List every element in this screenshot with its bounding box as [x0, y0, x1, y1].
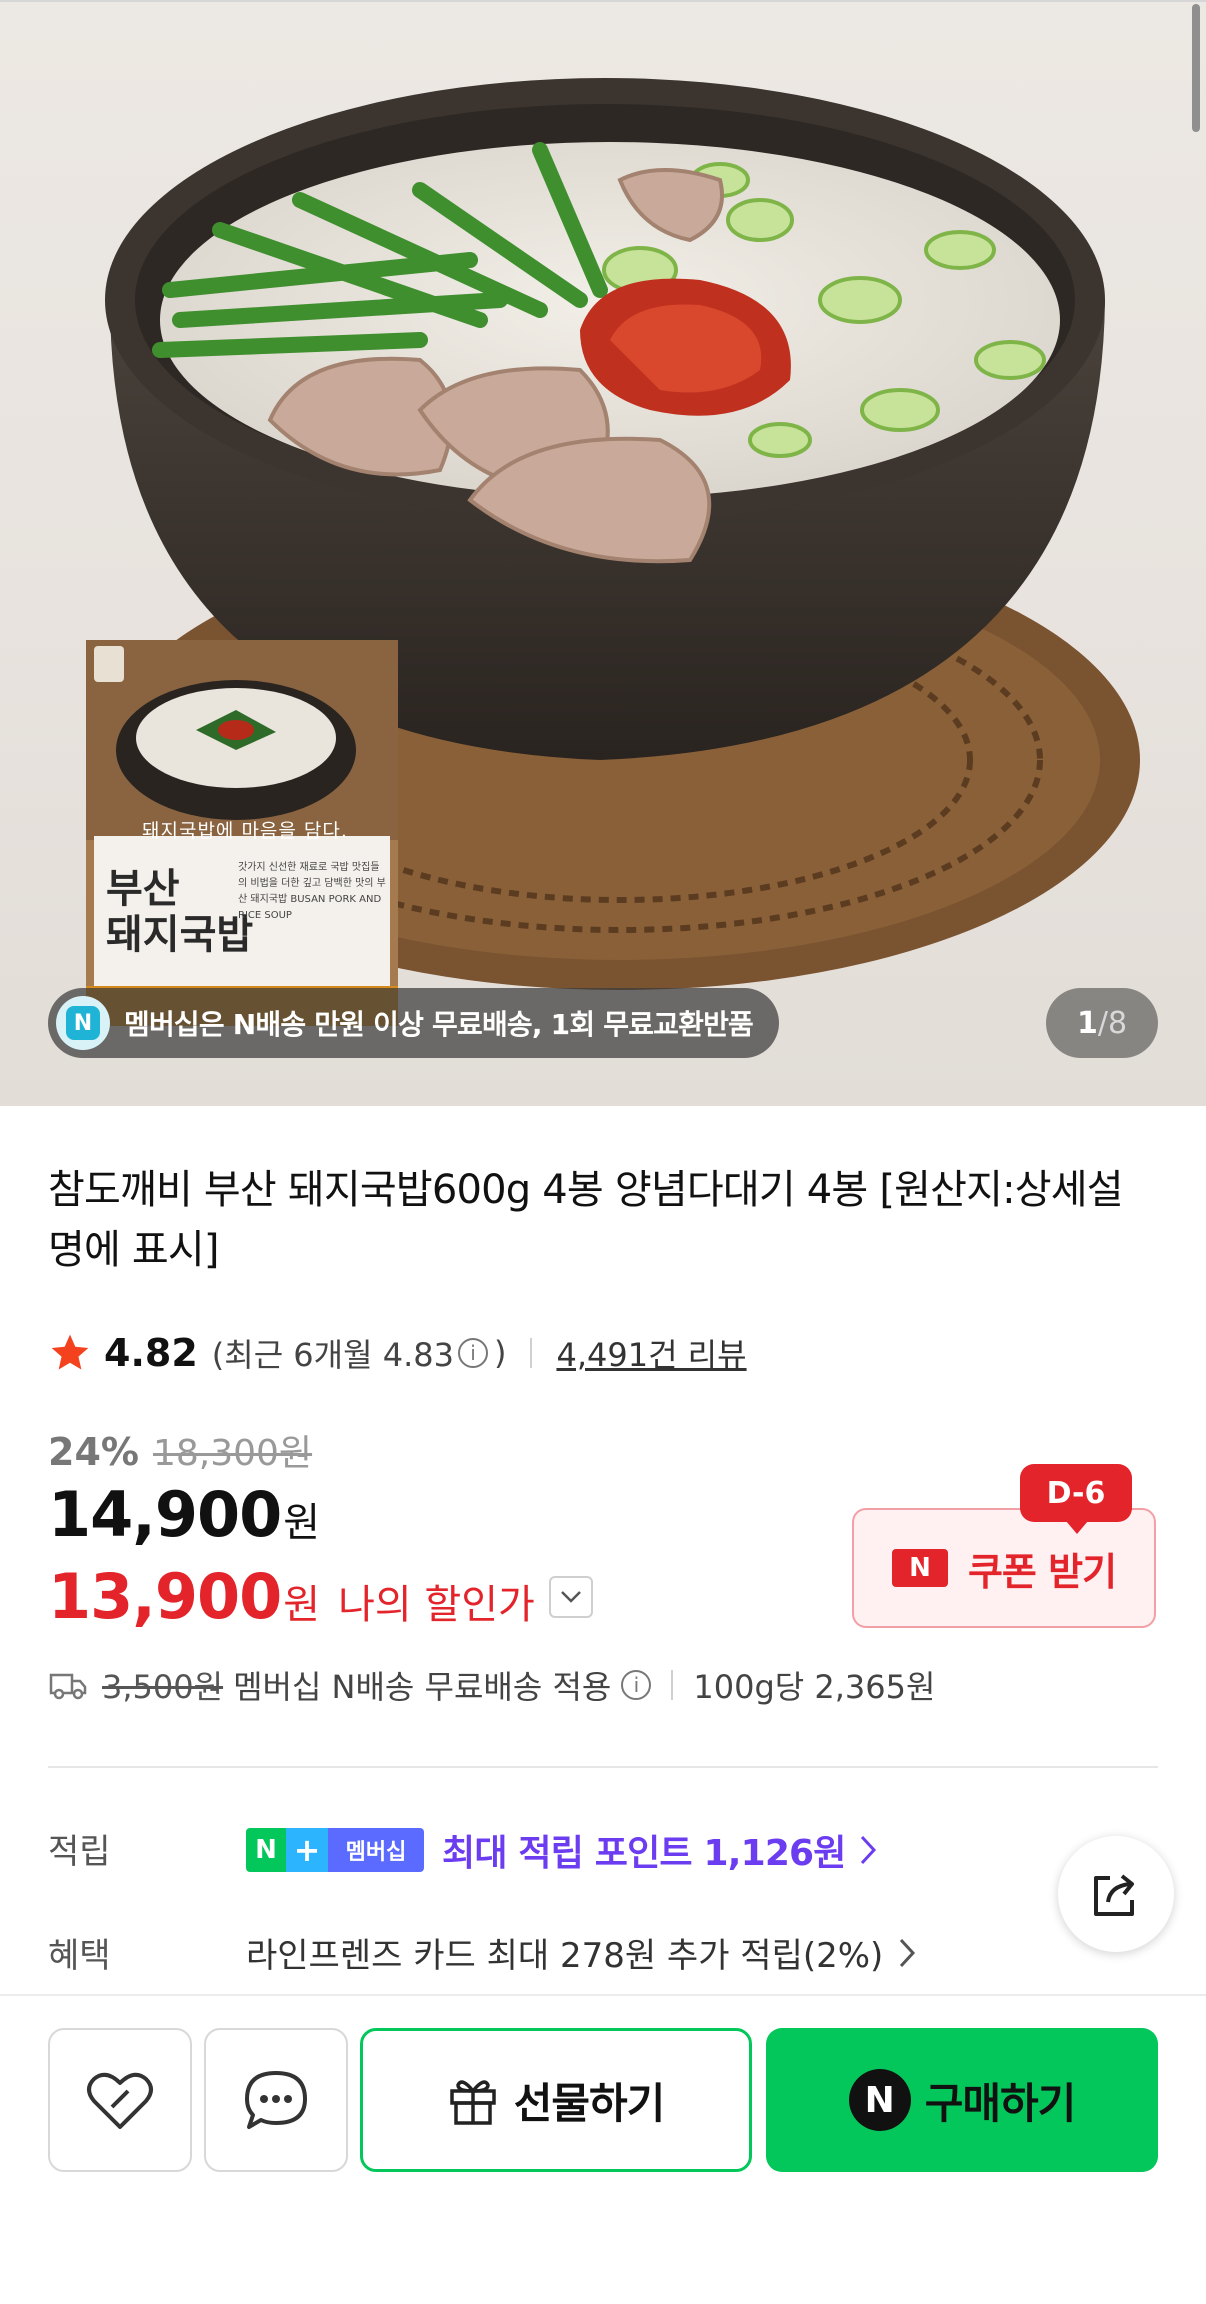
buy-label: 구매하기: [924, 2078, 1077, 2128]
naver-plus-membership-badge: N + 멤버십: [246, 1828, 424, 1872]
wishlist-button[interactable]: [48, 2028, 192, 2172]
share-button[interactable]: [1058, 1836, 1174, 1952]
membership-banner-text: 멤버십은 N배송 만원 이상 무료배송, 1회 무료교환반품: [124, 1008, 754, 1041]
talktalk-button[interactable]: [204, 2028, 348, 2172]
image-counter-total: 8: [1107, 1005, 1128, 1041]
benefit-text: 라인프렌즈 카드 최대 278원 추가 적립(2%): [246, 1936, 884, 1976]
chevron-right-icon: [900, 1938, 916, 1967]
my-price-label: 나의 할인가: [338, 1582, 535, 1628]
points-label: 적립: [48, 1832, 111, 1872]
naver-pay-icon: N: [848, 2069, 911, 2131]
buy-button[interactable]: N 구매하기: [766, 2028, 1158, 2172]
product-title: 참도깨비 부산 돼지국밥600g 4봉 양념다대기 4봉 [원산지:상세설명에 …: [48, 1167, 1124, 1273]
coupon-n-icon: N: [891, 1549, 948, 1587]
my-discount-price: 13,900: [48, 1560, 282, 1633]
share-icon: [1094, 1874, 1134, 1916]
shipping-row: 3,500원 멤버십 N배송 무료배송 적용 i 100g당 2,365원: [48, 1662, 935, 1708]
package-description: 갓가지 신선한 재료로 국밥 맛집들의 비법을 더한 깊고 담백한 맛의 부산 …: [238, 862, 386, 921]
original-price: 18,300원: [152, 1433, 313, 1474]
star-icon: [51, 1334, 89, 1370]
recent-rating: (최근 6개월 4.83 i ): [212, 1330, 507, 1376]
product-package-image: 돼지국밥에 마음을 담다. 부산 돼지국밥 갓가지 신선한 재료로 국밥 맛집들…: [86, 640, 398, 1026]
divider: [671, 1670, 674, 1700]
recent-rating-close: ): [493, 1334, 507, 1372]
original-price-row: 24% 18,300원: [48, 1424, 312, 1476]
my-price-unit: 원: [283, 1582, 321, 1628]
my-price-row[interactable]: 13,900 원 나의 할인가: [48, 1560, 593, 1633]
shipping-text: 멤버십 N배송 무료배송 적용: [233, 1668, 612, 1706]
rating-score: 4.82: [104, 1331, 198, 1375]
rating-info-icon[interactable]: i: [457, 1338, 488, 1368]
shipping-original-fee: 3,500원: [102, 1668, 224, 1706]
package-tagline: 돼지국밥에 마음을 담다.: [142, 820, 348, 842]
sale-price: 14,900: [48, 1478, 282, 1551]
bottom-bar-divider: [0, 1994, 1206, 1996]
heart-outline-icon: [87, 2072, 153, 2129]
image-counter: 1 / 8: [1046, 988, 1158, 1058]
membership-banner[interactable]: N 멤버십은 N배송 만원 이상 무료배송, 1회 무료교환반품: [48, 988, 780, 1058]
review-count-link[interactable]: 4,491건 리뷰: [556, 1330, 746, 1376]
discount-rate: 24%: [48, 1430, 139, 1474]
naver-membership-icon: N: [56, 996, 110, 1050]
section-divider: [48, 1766, 1158, 1768]
points-row[interactable]: N + 멤버십 최대 적립 포인트 1,126원: [246, 1824, 878, 1876]
gift-button[interactable]: 선물하기: [360, 2028, 752, 2172]
top-border: [0, 0, 1206, 2]
chevron-down-icon[interactable]: [548, 1575, 593, 1618]
price-row: 14,900 원: [48, 1478, 320, 1551]
truck-icon: [49, 1673, 87, 1700]
coupon-label: 쿠폰 받기: [967, 1549, 1117, 1594]
coupon-button[interactable]: N 쿠폰 받기: [852, 1508, 1156, 1628]
recent-rating-text: (최근 6개월 4.83: [211, 1336, 454, 1374]
shipping-info-icon[interactable]: i: [621, 1670, 652, 1700]
page-scrollbar[interactable]: [1192, 4, 1200, 132]
rating-row: 4.82 (최근 6개월 4.83 i ) 4,491건 리뷰: [48, 1330, 747, 1376]
package-name: 부산 돼지국밥: [106, 865, 254, 958]
divider: [530, 1338, 533, 1368]
chevron-right-icon: [860, 1835, 876, 1865]
benefit-row[interactable]: 라인프렌즈 카드 최대 278원 추가 적립(2%): [246, 1928, 917, 1977]
chat-bubble-icon: [245, 2071, 307, 2129]
gift-label: 선물하기: [513, 2078, 666, 2128]
benefit-label: 혜택: [48, 1936, 111, 1976]
image-counter-current: 1: [1076, 1005, 1098, 1041]
gift-box-icon: [449, 2080, 496, 2125]
sale-price-unit: 원: [283, 1500, 321, 1546]
product-image-carousel[interactable]: 돼지국밥에 마음을 담다. 부산 돼지국밥 갓가지 신선한 재료로 국밥 맛집들…: [0, 0, 1206, 1106]
points-text: 최대 적립 포인트 1,126원: [442, 1833, 846, 1874]
coupon-dday-badge: D-6: [1020, 1464, 1132, 1534]
image-counter-separator: /: [1097, 1005, 1108, 1041]
unit-price: 100g당 2,365원: [693, 1668, 936, 1706]
